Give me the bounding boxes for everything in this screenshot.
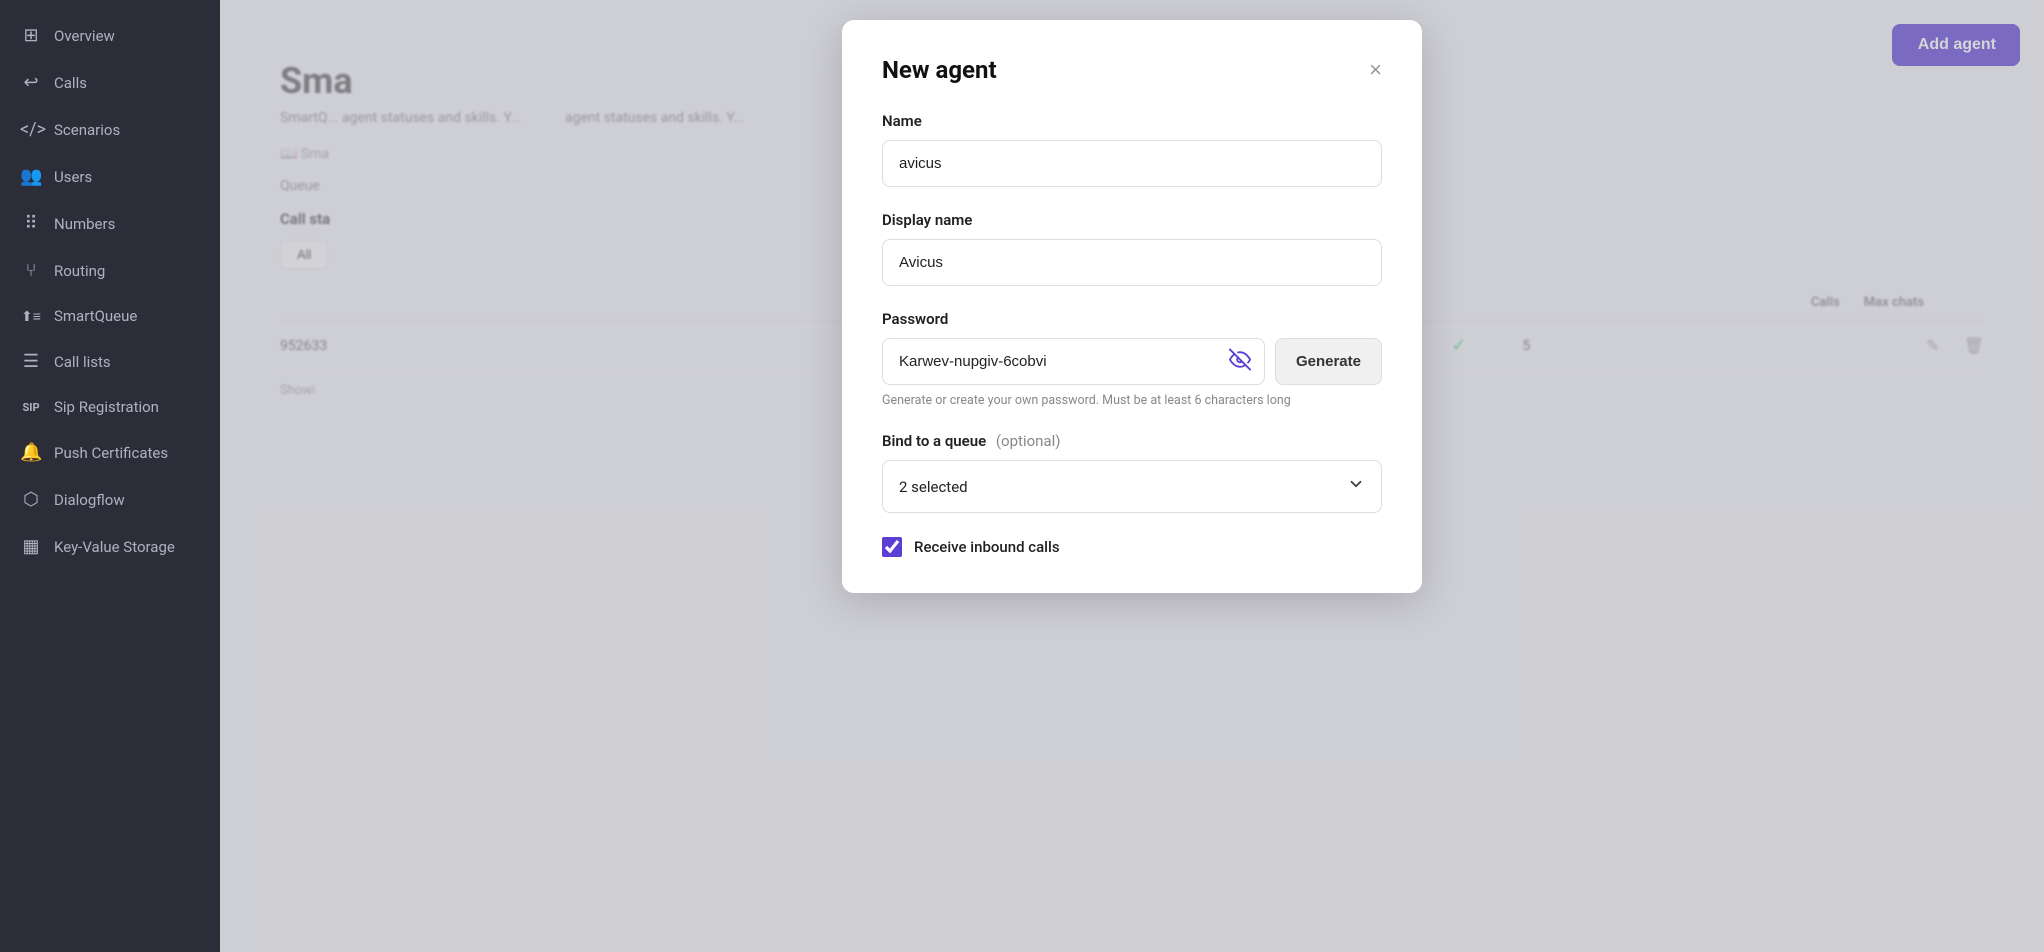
name-input[interactable] bbox=[882, 140, 1382, 187]
overview-icon: ⊞ bbox=[20, 25, 42, 46]
queue-selected-text: 2 selected bbox=[899, 478, 968, 496]
sidebar: ⊞ Overview ↩ Calls </> Scenarios 👥 Users… bbox=[0, 0, 220, 952]
receive-calls-label: Receive inbound calls bbox=[914, 538, 1060, 556]
call-lists-icon: ☰ bbox=[20, 351, 42, 372]
password-row: Generate bbox=[882, 338, 1382, 385]
sidebar-item-label: Call lists bbox=[54, 353, 111, 371]
queue-dropdown[interactable]: 2 selected bbox=[882, 460, 1382, 513]
calls-icon: ↩ bbox=[20, 72, 42, 93]
password-input[interactable] bbox=[882, 338, 1265, 385]
password-field-group: Password Generate Generate or create yo bbox=[882, 310, 1382, 408]
sidebar-item-calls[interactable]: ↩ Calls bbox=[0, 59, 220, 106]
sidebar-item-call-lists[interactable]: ☰ Call lists bbox=[0, 338, 220, 385]
sidebar-item-label: Key-Value Storage bbox=[54, 538, 175, 556]
sidebar-item-label: Sip Registration bbox=[54, 398, 159, 416]
users-icon: 👥 bbox=[20, 166, 42, 187]
password-input-wrap bbox=[882, 338, 1265, 385]
sidebar-item-label: Overview bbox=[54, 27, 115, 45]
smartqueue-icon: ⬆≡ bbox=[20, 308, 42, 325]
sidebar-item-label: Routing bbox=[54, 262, 105, 280]
modal-header: New agent × bbox=[882, 56, 1382, 84]
eye-icon[interactable] bbox=[1229, 348, 1251, 375]
sidebar-item-smartqueue[interactable]: ⬆≡ SmartQueue bbox=[0, 294, 220, 338]
routing-icon: ⑂ bbox=[20, 260, 42, 281]
new-agent-modal: New agent × Name Display name Password bbox=[842, 20, 1422, 593]
generate-button[interactable]: Generate bbox=[1275, 338, 1382, 385]
push-cert-icon: 🔔 bbox=[20, 442, 42, 463]
queue-select-wrap: 2 selected bbox=[882, 460, 1382, 513]
sidebar-item-dialogflow[interactable]: ⬡ Dialogflow bbox=[0, 476, 220, 523]
sip-icon: SIP bbox=[20, 401, 42, 414]
sidebar-item-label: Numbers bbox=[54, 215, 115, 233]
main-content: Sma SmartQ... agent statuses and skills.… bbox=[220, 0, 2044, 952]
sidebar-item-sip-registration[interactable]: SIP Sip Registration bbox=[0, 385, 220, 429]
modal-close-button[interactable]: × bbox=[1369, 59, 1382, 81]
sidebar-item-label: Scenarios bbox=[54, 121, 120, 139]
scenarios-icon: </> bbox=[20, 119, 42, 140]
dialogflow-icon: ⬡ bbox=[20, 489, 42, 510]
sidebar-item-label: Users bbox=[54, 168, 92, 186]
bind-queue-field-group: Bind to a queue (optional) 2 selected bbox=[882, 432, 1382, 513]
sidebar-item-label: Calls bbox=[54, 74, 87, 92]
display-name-input[interactable] bbox=[882, 239, 1382, 286]
numbers-icon: ⠿ bbox=[20, 213, 42, 234]
display-name-label: Display name bbox=[882, 211, 1382, 229]
sidebar-item-scenarios[interactable]: </> Scenarios bbox=[0, 106, 220, 153]
password-label: Password bbox=[882, 310, 1382, 328]
receive-calls-row: Receive inbound calls bbox=[882, 537, 1382, 557]
optional-label: (optional) bbox=[996, 432, 1061, 450]
name-label: Name bbox=[882, 112, 1382, 130]
modal-overlay: New agent × Name Display name Password bbox=[220, 0, 2044, 952]
sidebar-item-label: SmartQueue bbox=[54, 307, 137, 325]
bind-queue-label: Bind to a queue (optional) bbox=[882, 432, 1382, 450]
sidebar-item-overview[interactable]: ⊞ Overview bbox=[0, 12, 220, 59]
chevron-down-icon bbox=[1347, 475, 1365, 498]
modal-title: New agent bbox=[882, 56, 997, 84]
receive-calls-checkbox[interactable] bbox=[882, 537, 902, 557]
sidebar-item-label: Dialogflow bbox=[54, 491, 125, 509]
sidebar-item-routing[interactable]: ⑂ Routing bbox=[0, 247, 220, 294]
sidebar-item-label: Push Certificates bbox=[54, 444, 168, 462]
name-field-group: Name bbox=[882, 112, 1382, 187]
sidebar-item-numbers[interactable]: ⠿ Numbers bbox=[0, 200, 220, 247]
password-hint: Generate or create your own password. Mu… bbox=[882, 393, 1382, 408]
key-value-icon: ▦ bbox=[20, 536, 42, 557]
display-name-field-group: Display name bbox=[882, 211, 1382, 286]
sidebar-item-push-certificates[interactable]: 🔔 Push Certificates bbox=[0, 429, 220, 476]
sidebar-item-key-value-storage[interactable]: ▦ Key-Value Storage bbox=[0, 523, 220, 570]
sidebar-item-users[interactable]: 👥 Users bbox=[0, 153, 220, 200]
